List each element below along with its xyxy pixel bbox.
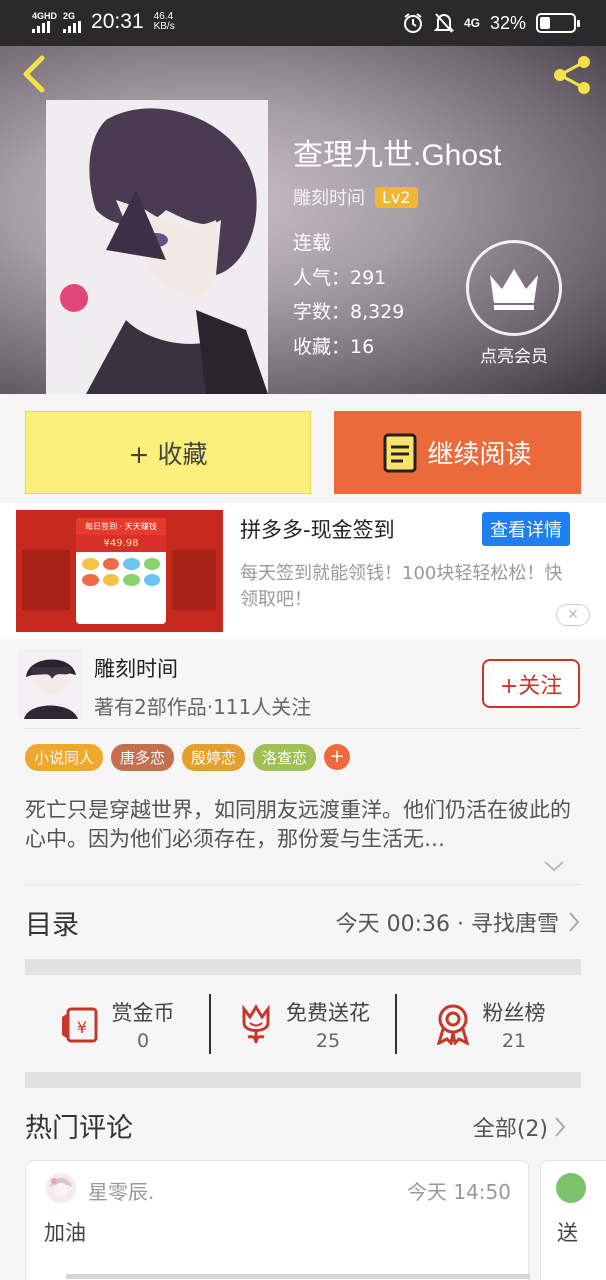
latest-chapter[interactable]: 今天 00:36 · 寻找唐雪: [336, 906, 581, 938]
catalog-title: 目录: [25, 909, 79, 941]
book-title: 查理九世.Ghost: [293, 139, 502, 172]
author-card[interactable]: 雕刻时间 著有2部作品·111人关注 +关注: [0, 639, 606, 729]
author-name[interactable]: 雕刻时间: [293, 184, 365, 210]
divider: [25, 728, 581, 729]
signal-bars-icon: [63, 20, 82, 33]
synopsis[interactable]: 死亡只是穿越世界，如同朋友远渡重洋。他们仍活在彼此的心中。因为他们必须存在，那份…: [25, 796, 581, 854]
author-card-name[interactable]: 雕刻时间: [94, 653, 178, 683]
all-comments-label: 全部(2): [472, 1117, 548, 1142]
clock: 20:31: [91, 10, 144, 33]
battery-fill: [540, 17, 551, 29]
continue-reading-label: 继续阅读: [427, 440, 532, 470]
comment-text: 送: [557, 1221, 578, 1245]
network-type-3: 4G: [463, 16, 480, 30]
add-to-favorites-button[interactable]: + 收藏: [25, 411, 311, 494]
latest-chapter-label: 今天 00:36 · 寻找唐雪: [335, 912, 559, 937]
hot-comments-title: 热门评论: [25, 1113, 133, 1144]
book-icon: [383, 433, 417, 472]
book-word-count: 字数：8,329: [293, 301, 405, 323]
commenter-name[interactable]: 星零辰.: [88, 1176, 154, 1205]
section-separator: [25, 959, 581, 975]
stat-label: 粉丝榜: [482, 1000, 546, 1025]
book-header: 查理九世.Ghost 雕刻时间 Lv2 连载 人气：291 字数：8,329 收…: [0, 46, 606, 394]
comment-time: 今天 14:50: [407, 1180, 511, 1204]
section-separator: [25, 1072, 581, 1088]
cover-illustration: [46, 100, 268, 394]
chevron-right-icon: [569, 912, 580, 932]
ad-banner[interactable]: 每日签到 · 天天赚钱 ¥49.98 拼多多-现金签到 查看详情 每天签到就能领…: [0, 503, 606, 639]
author-avatar[interactable]: [18, 649, 82, 719]
flower-icon: [242, 1004, 270, 1044]
signal-bars-icon: [32, 20, 50, 33]
send-flower-button[interactable]: 免费送花 25: [211, 997, 395, 1052]
alarm-icon: [403, 13, 422, 33]
tag-chip[interactable]: 小说同人: [25, 744, 104, 771]
svg-text:¥: ¥: [76, 1018, 86, 1037]
commenter-avatar[interactable]: [46, 1173, 76, 1203]
stat-label: 免费送花: [286, 1000, 370, 1025]
comment-text: 加油: [44, 1221, 86, 1245]
network-type-2: 2G: [63, 10, 76, 21]
book-meta: 连载 人气：291 字数：8,329 收藏：16: [293, 226, 404, 364]
stat-value: 21: [501, 1029, 527, 1052]
ad-image-title: 每日签到 · 天天赚钱: [76, 518, 166, 535]
share-icon: [554, 56, 590, 94]
back-button[interactable]: [16, 52, 52, 96]
stat-value: 0: [136, 1029, 150, 1052]
author-row[interactable]: 雕刻时间 Lv2: [293, 184, 418, 210]
crown-badge: [466, 240, 562, 336]
catalog-row[interactable]: 目录 今天 00:36 · 寻找唐雪: [25, 885, 581, 959]
expand-chevron-icon[interactable]: [543, 858, 565, 874]
tag-chip[interactable]: 唐多恋: [111, 744, 175, 771]
ad-details-button[interactable]: 查看详情: [482, 512, 570, 546]
level-badge: Lv2: [375, 186, 418, 208]
network-speed-unit: KB/s: [153, 21, 175, 32]
comment-card[interactable]: 送: [540, 1160, 606, 1280]
battery-icon: [536, 13, 580, 33]
fan-ranking-button[interactable]: 粉丝榜 21: [397, 997, 581, 1052]
book-cover-image[interactable]: [46, 100, 268, 394]
tag-chip[interactable]: 洛查恋: [253, 744, 317, 771]
ad-title[interactable]: 拼多多-现金签到: [240, 514, 395, 544]
tag-list: 小说同人 唐多恋 殷婷恋 洛查恋 +: [25, 744, 351, 771]
red-envelope-icon: ¥: [61, 1007, 97, 1043]
signal-2: 2G: [63, 10, 82, 33]
follow-button[interactable]: +关注: [482, 659, 580, 708]
ad-image[interactable]: 每日签到 · 天天赚钱 ¥49.98: [16, 510, 223, 632]
battery-percent: 32%: [489, 12, 526, 33]
network-speed: 46.4 KB/s: [154, 12, 175, 32]
reward-coins-button[interactable]: ¥ 赏金币 0: [25, 997, 209, 1052]
member-label: 点亮会员: [480, 347, 548, 367]
commenter-avatar[interactable]: [556, 1173, 586, 1203]
add-tag-button[interactable]: +: [324, 744, 351, 770]
comment-card[interactable]: 星零辰. 今天 14:50 加油: [25, 1160, 530, 1280]
share-button[interactable]: [550, 52, 596, 98]
book-popularity: 人气：291: [293, 266, 387, 289]
mute-bell-icon: [433, 13, 454, 33]
all-comments-link[interactable]: 全部(2): [473, 1111, 566, 1143]
member-button[interactable]: 点亮会员: [466, 240, 562, 367]
stats-bar: ¥ 赏金币 0 免费送花 25 粉丝榜 21: [25, 975, 581, 1073]
continue-reading-button[interactable]: 继续阅读: [334, 411, 581, 494]
comment-footer-bar: [66, 1274, 530, 1279]
book-favorites: 收藏：16: [293, 335, 375, 358]
medal-icon: [436, 1004, 469, 1045]
book-status: 连载: [293, 232, 332, 254]
ad-image-amount: ¥49.98: [76, 535, 166, 552]
status-bar: 4GHD 2G 20:31 46.4 KB/s 4G 32%: [0, 0, 606, 46]
stat-label: 赏金币: [111, 1000, 175, 1025]
ad-description: 每天签到就能领钱！100块轻轻松松！快领取吧！: [240, 563, 563, 610]
tag-chip[interactable]: 殷婷恋: [182, 744, 246, 771]
network-type-1: 4GHD: [32, 10, 58, 21]
crown-icon: [490, 269, 538, 310]
stat-value: 25: [315, 1029, 341, 1052]
signal-1: 4GHD: [32, 10, 58, 33]
avatar-illustration: [46, 1173, 76, 1203]
chevron-right-icon: [555, 1117, 566, 1137]
avatar-illustration: [18, 649, 82, 719]
back-arrow-icon: [23, 55, 45, 93]
author-card-works: 著有2部作品·111人关注: [94, 695, 312, 719]
ad-close-button[interactable]: ✕: [556, 604, 590, 626]
